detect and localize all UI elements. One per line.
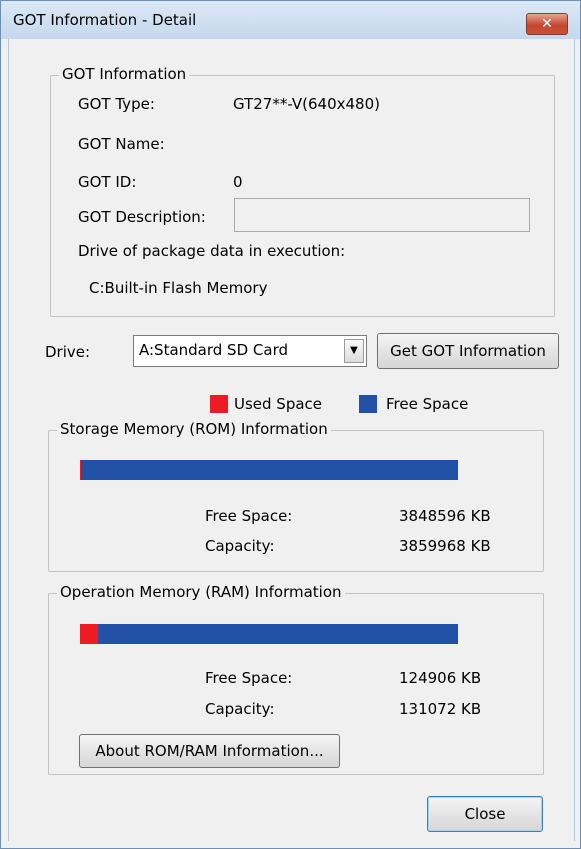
got-id-value: 0 bbox=[233, 173, 243, 191]
got-description-label: GOT Description: bbox=[78, 208, 206, 226]
drive-select[interactable]: A:Standard SD Card ▼ bbox=[133, 335, 367, 367]
close-window-icon[interactable]: ✕ bbox=[526, 13, 568, 35]
rom-free-space-label: Free Space: bbox=[205, 507, 293, 525]
free-space-swatch bbox=[359, 395, 377, 413]
about-rom-ram-button[interactable]: About ROM/RAM Information... bbox=[79, 734, 340, 768]
rom-capacity-label: Capacity: bbox=[205, 537, 275, 555]
title-bar: GOT Information - Detail ✕ bbox=[1, 1, 580, 39]
used-space-swatch bbox=[210, 395, 228, 413]
get-got-information-label: Get GOT Information bbox=[390, 342, 546, 360]
rom-usage-bar bbox=[80, 460, 458, 480]
rom-used-segment bbox=[80, 460, 82, 480]
dialog-body: GOT Information GOT Type: GT27**-V(640x4… bbox=[8, 39, 575, 841]
ram-used-segment bbox=[80, 624, 98, 644]
close-button[interactable]: Close bbox=[427, 796, 543, 832]
chevron-down-icon[interactable]: ▼ bbox=[344, 339, 364, 363]
ram-information-legend: Operation Memory (RAM) Information bbox=[57, 583, 345, 601]
drive-label: Drive: bbox=[45, 343, 91, 361]
rom-information-legend: Storage Memory (ROM) Information bbox=[57, 420, 331, 438]
ram-usage-bar bbox=[80, 624, 458, 644]
dialog-window: GOT Information - Detail ✕ GOT Informati… bbox=[0, 0, 581, 849]
rom-capacity-value: 3859968 KB bbox=[399, 537, 491, 555]
got-type-label: GOT Type: bbox=[78, 95, 155, 113]
close-button-label: Close bbox=[464, 805, 506, 823]
ram-capacity-label: Capacity: bbox=[205, 700, 275, 718]
drive-select-value: A:Standard SD Card bbox=[139, 341, 288, 359]
about-rom-ram-label: About ROM/RAM Information... bbox=[95, 742, 324, 760]
used-space-legend-label: Used Space bbox=[234, 395, 323, 413]
got-id-label: GOT ID: bbox=[78, 173, 137, 191]
drive-in-execution-value: C:Built-in Flash Memory bbox=[89, 279, 268, 297]
free-space-legend-label: Free Space bbox=[386, 395, 469, 413]
got-type-value: GT27**-V(640x480) bbox=[233, 95, 380, 113]
ram-capacity-value: 131072 KB bbox=[399, 700, 482, 718]
got-name-label: GOT Name: bbox=[78, 135, 165, 153]
got-description-field bbox=[234, 198, 530, 232]
drive-in-execution-label: Drive of package data in execution: bbox=[78, 242, 346, 260]
get-got-information-button[interactable]: Get GOT Information bbox=[377, 333, 559, 369]
rom-free-space-value: 3848596 KB bbox=[399, 507, 491, 525]
ram-free-space-value: 124906 KB bbox=[399, 669, 482, 687]
got-information-legend: GOT Information bbox=[59, 65, 190, 83]
ram-free-space-label: Free Space: bbox=[205, 669, 293, 687]
window-title: GOT Information - Detail bbox=[13, 11, 197, 29]
